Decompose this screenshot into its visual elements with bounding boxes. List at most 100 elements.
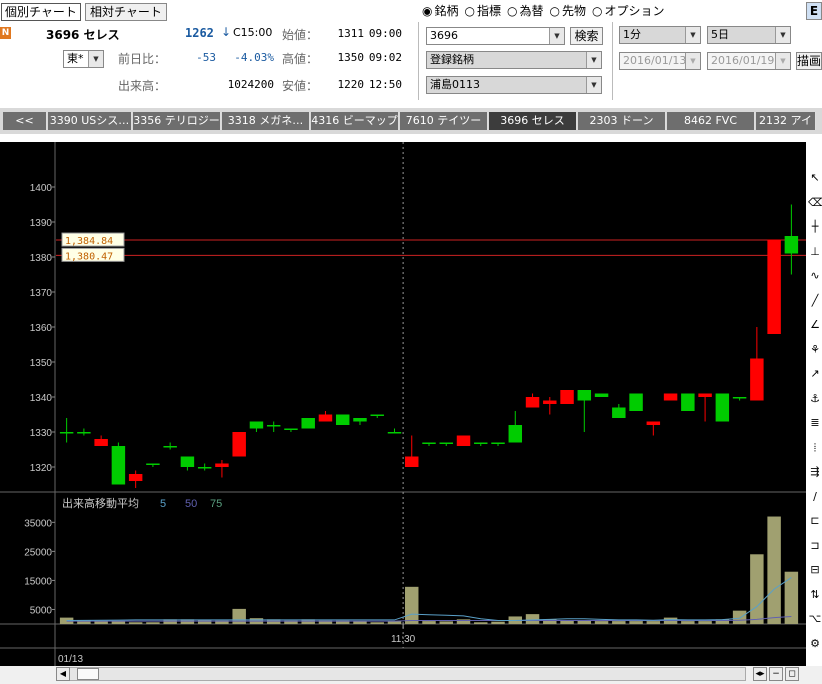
cursor-icon[interactable]: ↖: [808, 171, 822, 185]
trend-icon[interactable]: ∿: [808, 269, 822, 283]
box-icon[interactable]: ⊟: [808, 563, 822, 577]
candle-body: [508, 425, 523, 443]
tab-symbol[interactable]: 2132 アイ: [756, 112, 816, 130]
candle-body: [197, 467, 212, 469]
path-icon[interactable]: ⌥: [808, 612, 822, 626]
settings-icon[interactable]: ⚙: [808, 637, 822, 651]
price-tick-label: 1360: [30, 323, 53, 334]
date-from-picker[interactable]: 2016/01/13 ▼: [619, 52, 701, 70]
chevron-down-icon: ▼: [685, 27, 700, 43]
candle-body: [612, 407, 626, 418]
vertical-line-icon[interactable]: ⊥: [808, 245, 822, 259]
scroll-thumb[interactable]: [77, 668, 99, 680]
arrow-icon[interactable]: ⇅: [808, 588, 822, 602]
chevron-down-icon: ▼: [685, 53, 700, 69]
volume-value: 1024200: [227, 78, 274, 91]
interval-value: 1分: [623, 28, 641, 41]
tab-individual-chart[interactable]: 個別チャート: [1, 3, 81, 21]
radio-empty-icon[interactable]: ○: [550, 4, 560, 18]
bracket-left-icon[interactable]: ⊏: [808, 514, 822, 528]
date-to-picker[interactable]: 2016/01/19 ▼: [707, 52, 791, 70]
candle-body: [629, 393, 643, 411]
pitchfork-icon[interactable]: ⚓: [808, 392, 822, 406]
volume-bar: [560, 620, 574, 624]
tab-symbol[interactable]: 2303 ドーン: [578, 112, 666, 130]
volume-bar: [491, 621, 505, 624]
line-icon[interactable]: ╱: [808, 294, 822, 308]
period-select[interactable]: 5日 ▼: [707, 26, 791, 44]
radio-option-4[interactable]: ○ オプション: [592, 2, 665, 18]
candle-body: [318, 414, 333, 422]
scroll-right-icon[interactable]: ◂▸: [753, 667, 767, 681]
tab-symbol[interactable]: 3696 セレス: [489, 112, 577, 130]
close-time: C15:00: [233, 26, 273, 39]
radio-empty-icon[interactable]: ○: [592, 4, 602, 18]
scroll-left-icon[interactable]: ◀: [56, 667, 70, 681]
radio-option-2[interactable]: ○ 為替: [507, 2, 544, 18]
cycle-icon[interactable]: ⦙: [808, 441, 822, 455]
candle-body: [732, 397, 747, 399]
last-price: 1262: [185, 26, 214, 40]
tab-symbol[interactable]: 3390 USシス…: [48, 112, 132, 130]
candle-body: [370, 414, 384, 416]
market-select[interactable]: 東* ▼: [63, 50, 104, 68]
date-to-value: 2016/01/19: [711, 54, 775, 67]
horizontal-scrollbar[interactable]: ◀: [56, 667, 746, 681]
volume-ma-label: 50: [185, 498, 197, 510]
candle-body: [474, 442, 488, 444]
ray-icon[interactable]: ↗: [808, 367, 822, 381]
tab-symbol[interactable]: 4316 ビーマップ: [311, 112, 399, 130]
tab-scroll-left[interactable]: <<: [3, 112, 47, 130]
chevron-down-icon: ▼: [775, 53, 790, 69]
open-value: 1311: [337, 27, 365, 40]
horizontal-lines[interactable]: 1,384.84 1,380.47: [56, 232, 806, 262]
chart-area[interactable]: 1400 1390 1380 1370 1360 1350 1340 1330 1320 3500…: [0, 142, 806, 666]
radio-option-1[interactable]: ○ 指標: [465, 2, 502, 18]
fibonacci-icon[interactable]: ⚘: [808, 343, 822, 357]
volume-tick-label: 5000: [30, 605, 53, 616]
tab-relative-chart[interactable]: 相対チャート: [85, 3, 167, 21]
zoom-out-icon[interactable]: −: [769, 667, 783, 681]
radio-empty-icon[interactable]: ○: [465, 4, 475, 18]
volume-bar: [405, 586, 419, 624]
tab-symbol[interactable]: 3356 テリロジー: [133, 112, 221, 130]
interval-select[interactable]: 1分 ▼: [619, 26, 701, 44]
chart-labels: 出来高移動平均 5 50 75 11:30 01/13: [58, 496, 416, 665]
restore-icon[interactable]: ◻: [785, 667, 799, 681]
news-badge[interactable]: N: [0, 27, 11, 39]
tab-symbol[interactable]: 7610 テイツー: [400, 112, 488, 130]
tab-symbol[interactable]: 3318 メガネ…: [222, 112, 310, 130]
horizontal-line-icon[interactable]: ┼: [808, 220, 822, 234]
radio-selected-icon[interactable]: ◉: [422, 4, 432, 18]
symbol-input[interactable]: 3696 ▼: [426, 27, 565, 45]
slope-icon[interactable]: ∕: [808, 490, 822, 504]
price-tick-label: 1370: [30, 288, 53, 299]
angle-icon[interactable]: ∠: [808, 318, 822, 332]
watchlist-select[interactable]: 浦島0113 ▼: [426, 76, 602, 94]
bracket-right-icon[interactable]: ⊐: [808, 539, 822, 553]
radio-option-0[interactable]: ◉ 銘柄: [422, 2, 459, 18]
channel-icon[interactable]: ≣: [808, 416, 822, 430]
radio-label: 為替: [519, 4, 544, 18]
candle-body: [249, 421, 264, 429]
tab-symbol[interactable]: 8462 FVC: [667, 112, 755, 130]
volume-bar: [750, 554, 764, 624]
volume-bar: [681, 621, 695, 624]
radio-empty-icon[interactable]: ○: [507, 4, 517, 18]
gann-icon[interactable]: ⇶: [808, 465, 822, 479]
price-volume-chart[interactable]: 1400 1390 1380 1370 1360 1350 1340 1330 1320 3500…: [0, 142, 806, 666]
eraser-icon[interactable]: ⌫: [808, 196, 822, 210]
drawing-toolbar: ↖ ⌫ ┼ ⊥ ∿ ╱ ∠ ⚘ ↗ ⚓ ≣ ⦙ ⇶ ∕ ⊏ ⊐ ⊟ ⇅ ⌥ ⚙: [806, 142, 822, 666]
edge-button[interactable]: E: [806, 2, 822, 20]
high-time: 09:02: [368, 51, 402, 64]
search-button[interactable]: 検索: [570, 27, 603, 45]
change-value: -53: [196, 51, 216, 64]
asset-type-radio-group: ◉ 銘柄 ○ 指標 ○ 為替 ○ 先物 ○ オプション: [422, 2, 665, 18]
candle-body: [59, 432, 74, 434]
draw-button[interactable]: 描画: [796, 52, 822, 70]
header-divider: [612, 22, 613, 100]
registered-symbol-select[interactable]: 登録銘柄 ▼: [426, 51, 602, 69]
radio-option-3[interactable]: ○ 先物: [550, 2, 587, 18]
change-percent: -4.03%: [234, 51, 274, 64]
candle-body: [646, 421, 661, 425]
